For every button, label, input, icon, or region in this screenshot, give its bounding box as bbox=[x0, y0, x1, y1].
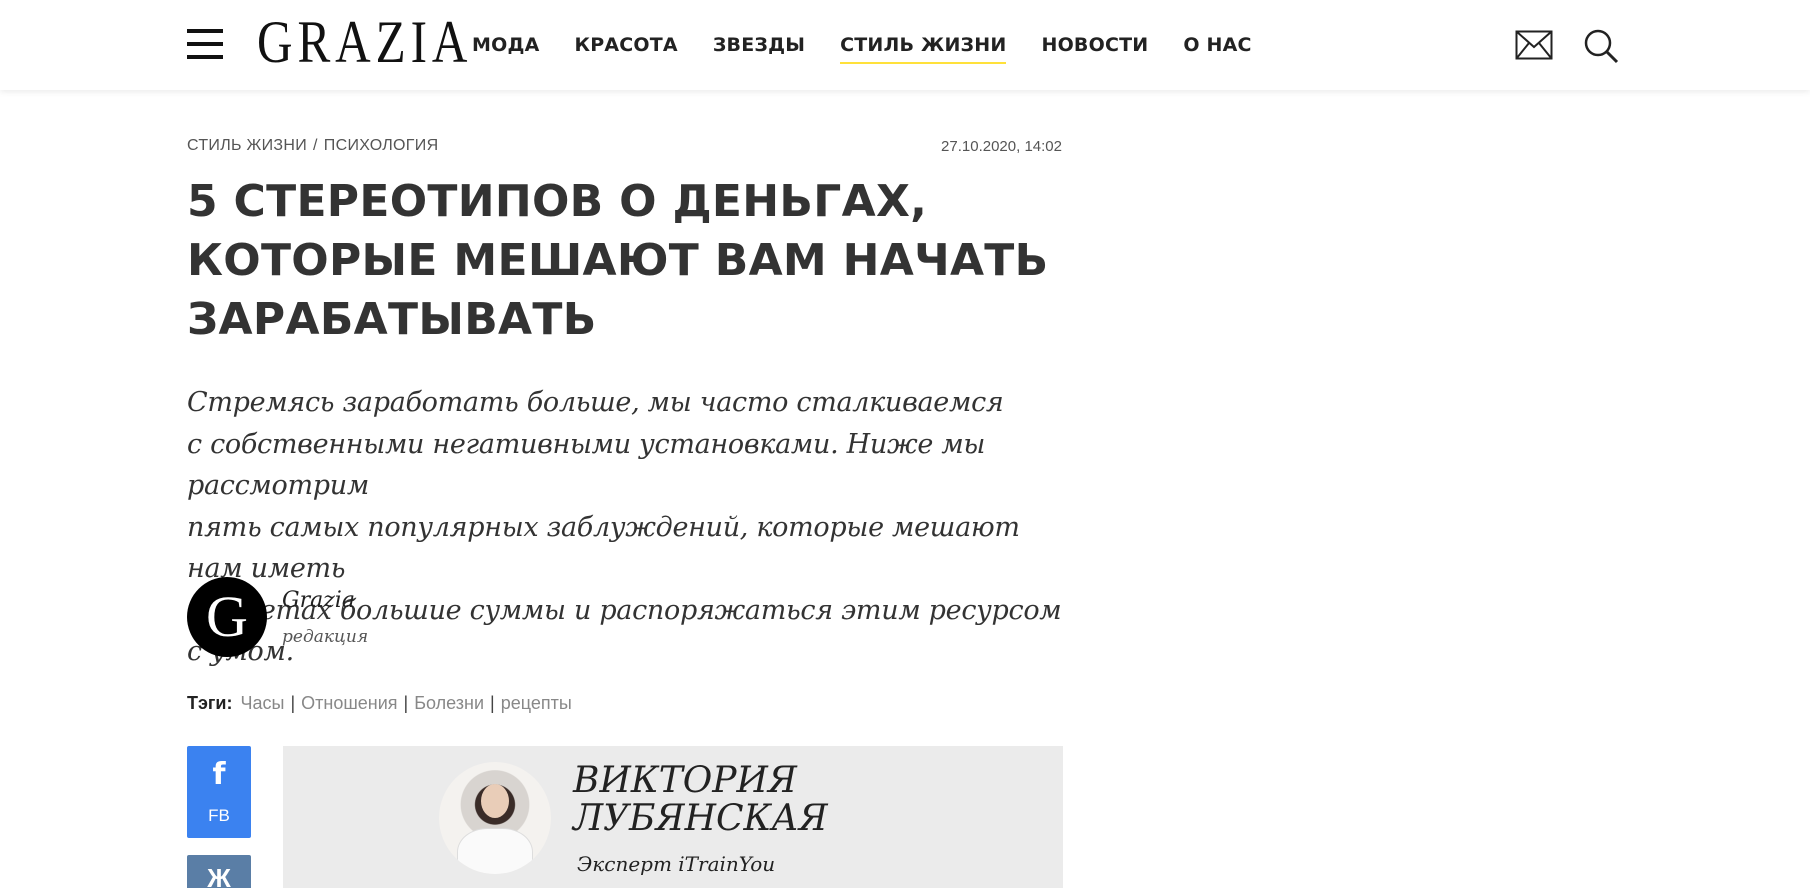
title-line: 5 СТЕРЕОТИПОВ О ДЕНЬГАХ, bbox=[187, 176, 928, 227]
expert-card: ВИКТОРИЯ ЛУБЯНСКАЯ Эксперт iTrainYou bbox=[283, 746, 1063, 888]
site-header: GRAZIA МОДА КРАСОТА ЗВЕЗДЫ СТИЛЬ ЖИЗНИ Н… bbox=[0, 0, 1810, 90]
tag-link[interactable]: Отношения bbox=[301, 693, 397, 714]
menu-icon[interactable] bbox=[187, 27, 223, 61]
tag-divider: | bbox=[403, 693, 409, 713]
expert-role: Эксперт iTrainYou bbox=[577, 852, 776, 876]
title-line: КОТОРЫЕ МЕШАЮТ ВАМ НАЧАТЬ bbox=[187, 235, 1049, 286]
author-name[interactable]: Grazia bbox=[282, 588, 355, 613]
expert-photo bbox=[439, 762, 551, 874]
lead-line: пять самых популярных заблуждений, котор… bbox=[187, 511, 1020, 585]
search-icon[interactable] bbox=[1583, 28, 1619, 64]
nav-item-stil-zhizni[interactable]: СТИЛЬ ЖИЗНИ bbox=[840, 34, 1007, 64]
vk-icon: Ж bbox=[207, 863, 231, 888]
facebook-icon: f bbox=[212, 757, 226, 792]
tag-link[interactable]: Болезни bbox=[414, 693, 484, 714]
tag-link[interactable]: рецепты bbox=[501, 693, 572, 714]
expert-name-line: ВИКТОРИЯ bbox=[573, 760, 797, 801]
breadcrumb-item-psihologiya[interactable]: ПСИХОЛОГИЯ bbox=[324, 137, 439, 154]
tags-row: Тэги: Часы | Отношения | Болезни | рецеп… bbox=[187, 693, 572, 714]
nav-item-o-nas[interactable]: О НАС bbox=[1183, 34, 1251, 64]
nav-item-krasota[interactable]: КРАСОТА bbox=[575, 34, 678, 64]
author-avatar[interactable]: G bbox=[187, 577, 267, 657]
tags-label: Тэги: bbox=[187, 693, 233, 713]
expert-name-line: ЛУБЯНСКАЯ bbox=[573, 798, 828, 839]
lead-line: с собственными негативными установками. … bbox=[187, 428, 986, 502]
tag-link[interactable]: Часы bbox=[241, 693, 285, 714]
breadcrumb-separator: / bbox=[313, 137, 318, 154]
nav-item-novosti[interactable]: НОВОСТИ bbox=[1041, 34, 1148, 64]
breadcrumb-item-stil-zhizni[interactable]: СТИЛЬ ЖИЗНИ bbox=[187, 137, 307, 154]
nav-item-zvezdy[interactable]: ЗВЕЗДЫ bbox=[713, 34, 805, 64]
breadcrumb: СТИЛЬ ЖИЗНИ / ПСИХОЛОГИЯ bbox=[187, 137, 438, 155]
tag-divider: | bbox=[490, 693, 495, 713]
tag-divider: | bbox=[290, 693, 296, 713]
article-title: 5 СТЕРЕОТИПОВ О ДЕНЬГАХ, КОТОРЫЕ МЕШАЮТ … bbox=[187, 172, 1087, 349]
publish-date: 27.10.2020, 14:02 bbox=[941, 138, 1062, 155]
author-role: редакция bbox=[282, 627, 369, 647]
share-facebook-label: FB bbox=[208, 806, 230, 825]
main-nav: МОДА КРАСОТА ЗВЕЗДЫ СТИЛЬ ЖИЗНИ НОВОСТИ … bbox=[472, 34, 1287, 64]
nav-item-moda[interactable]: МОДА bbox=[472, 34, 540, 64]
lead-line: Стремясь заработать больше, мы часто ста… bbox=[187, 387, 1004, 418]
expert-name: ВИКТОРИЯ ЛУБЯНСКАЯ bbox=[573, 762, 893, 838]
mail-icon[interactable] bbox=[1515, 30, 1553, 60]
title-line: ЗАРАБАТЫВАТЬ bbox=[187, 294, 597, 345]
share-facebook-button[interactable]: f FB bbox=[187, 746, 251, 838]
share-vk-button[interactable]: Ж bbox=[187, 855, 251, 888]
site-logo[interactable]: GRAZIA bbox=[257, 12, 472, 72]
